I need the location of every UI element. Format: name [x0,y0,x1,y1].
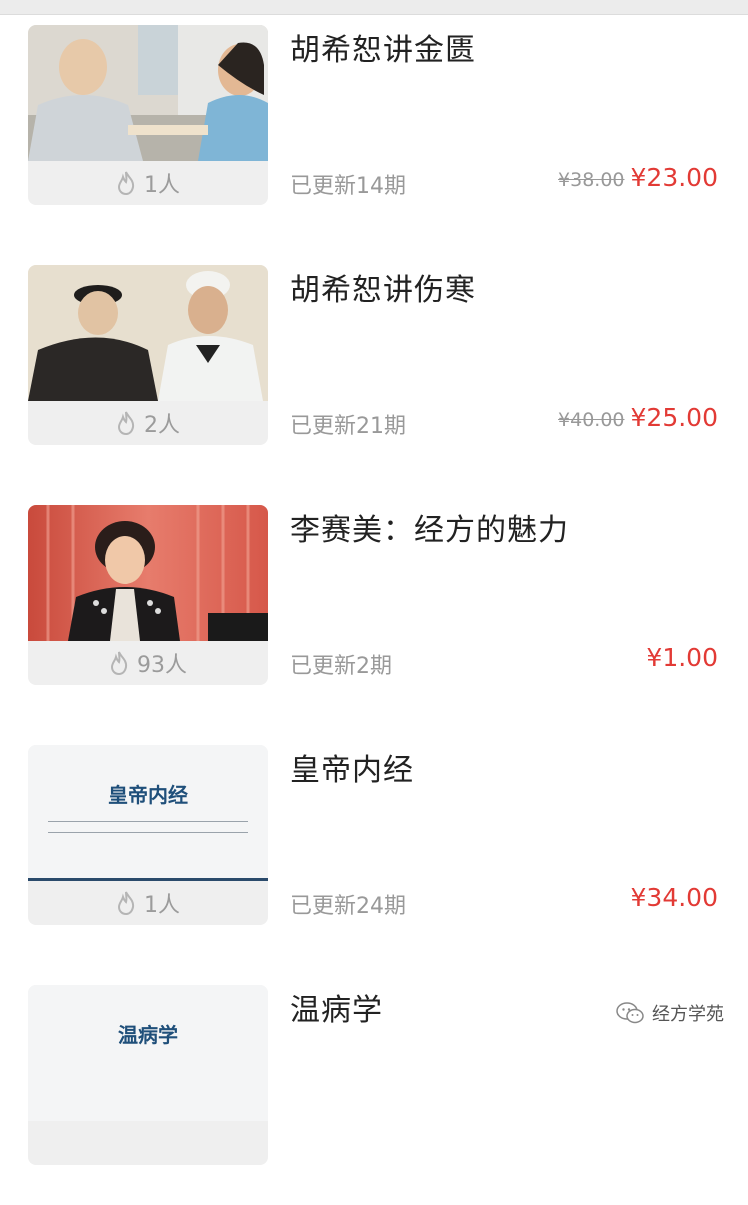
course-thumbnail[interactable]: 1人 [28,25,268,205]
cover-divider [48,821,248,833]
course-thumbnail[interactable]: 温病学 [28,985,268,1165]
update-count: 已更新2期 [290,654,392,679]
price-block: ¥34.00 [631,883,718,912]
learner-count: 93人 [28,641,268,685]
price-block: ¥1.00 [646,643,718,672]
learner-count: 1人 [28,161,268,205]
current-price: ¥23.00 [630,163,718,192]
course-title[interactable]: 皇帝内经 [290,745,414,789]
course-item[interactable]: 1人 胡希恕讲金匮 已更新14期 ¥38.00 ¥23.00 [0,25,748,245]
flame-icon [110,651,128,675]
course-cover: 皇帝内经 [28,745,268,881]
current-price: ¥25.00 [630,403,718,432]
wechat-icon [616,1002,644,1024]
course-item[interactable]: 93人 李赛美：经方的魅力 已更新2期 ¥1.00 [0,505,748,725]
course-thumbnail[interactable]: 皇帝内经 1人 [28,745,268,925]
update-count: 已更新14期 [290,174,406,199]
course-thumbnail[interactable]: 93人 [28,505,268,685]
learner-count-text: 1人 [144,893,180,918]
price-block: ¥38.00 ¥23.00 [558,163,718,192]
course-title[interactable]: 温病学 [290,985,383,1029]
course-title[interactable]: 胡希恕讲金匮 [290,25,476,69]
course-item[interactable]: 皇帝内经 1人 皇帝内经 已更新24期 ¥34.00 [0,745,748,965]
course-title[interactable]: 李赛美：经方的魅力 [290,505,569,549]
flame-icon [117,411,135,435]
price-block: ¥40.00 ¥25.00 [558,403,718,432]
original-price: ¥38.00 [558,169,625,191]
flame-icon [117,891,135,915]
account-watermark: 经方学苑 [616,1000,724,1026]
learner-count: 2人 [28,401,268,445]
learner-count-text: 2人 [144,413,180,438]
course-cover: 温病学 [28,985,268,1121]
cover-title: 皇帝内经 [108,783,188,807]
course-title[interactable]: 胡希恕讲伤寒 [290,265,476,309]
learner-count: 1人 [28,881,268,925]
learner-count-text: 93人 [137,653,187,678]
update-count: 已更新24期 [290,894,406,919]
watermark-text: 经方学苑 [652,1004,724,1025]
learner-count-text: 1人 [144,173,180,198]
update-count: 已更新21期 [290,414,406,439]
cover-title: 温病学 [118,1023,178,1047]
course-photo [28,265,268,401]
current-price: ¥1.00 [646,643,718,672]
course-thumbnail[interactable]: 2人 [28,265,268,445]
course-photo [28,505,268,641]
course-photo [28,25,268,161]
original-price: ¥40.00 [558,409,625,431]
course-item[interactable]: 2人 胡希恕讲伤寒 已更新21期 ¥40.00 ¥25.00 [0,265,748,485]
current-price: ¥34.00 [630,883,718,912]
flame-icon [117,171,135,195]
status-bar-strip [0,0,748,15]
